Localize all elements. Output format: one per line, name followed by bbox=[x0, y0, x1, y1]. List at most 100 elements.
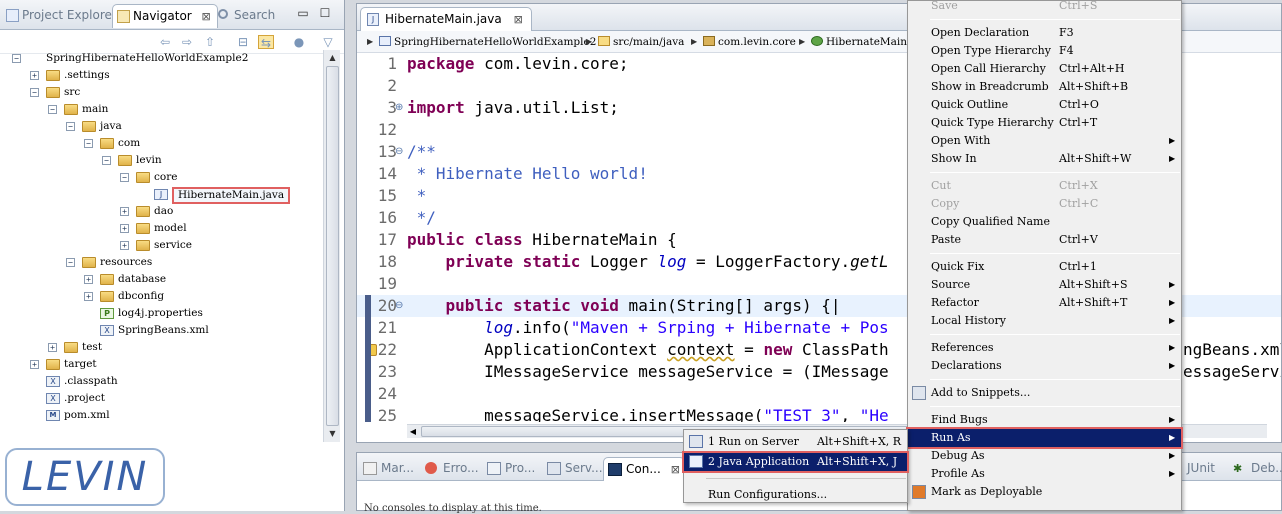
tab-properties[interactable]: Pro... bbox=[483, 457, 539, 481]
collapse-icon[interactable]: − bbox=[66, 258, 75, 267]
menu-item-quick-fix[interactable]: Quick Fix Ctrl+1 bbox=[908, 258, 1181, 276]
tree-item[interactable]: X .project bbox=[0, 390, 320, 407]
menu-item-save[interactable]: Save Ctrl+S bbox=[908, 0, 1181, 15]
submenu-item-run-configurations[interactable]: Run Configurations... bbox=[684, 486, 907, 504]
expand-icon[interactable]: + bbox=[30, 360, 39, 369]
maximize-icon[interactable]: ☐ bbox=[318, 6, 332, 20]
menu-item-debug-as[interactable]: Debug As ▶ bbox=[908, 447, 1181, 465]
menu-item-open-type-hierarchy[interactable]: Open Type Hierarchy F4 bbox=[908, 42, 1181, 60]
tab-hibernatemain-java[interactable]: J HibernateMain.java ⊠ bbox=[360, 7, 532, 31]
menu-item-show-in[interactable]: Show In Alt+Shift+W ▶ bbox=[908, 150, 1181, 168]
filter-icon[interactable]: ● bbox=[291, 35, 307, 49]
tree-item[interactable]: + .settings bbox=[0, 67, 320, 84]
tree-item[interactable]: + dbconfig bbox=[0, 288, 320, 305]
menu-item-declarations[interactable]: Declarations ▶ bbox=[908, 357, 1181, 375]
menu-item-find-bugs[interactable]: Find Bugs ▶ bbox=[908, 411, 1181, 429]
menu-item-open-with[interactable]: Open With ▶ bbox=[908, 132, 1181, 150]
menu-item-open-call-hierarchy[interactable]: Open Call Hierarchy Ctrl+Alt+H bbox=[908, 60, 1181, 78]
submenu-item-2-java-application[interactable]: 2 Java Application Alt+Shift+X, J bbox=[682, 451, 909, 473]
minimize-icon[interactable]: ▭ bbox=[296, 6, 310, 20]
tree-item[interactable]: X .classpath bbox=[0, 373, 320, 390]
collapse-icon[interactable]: − bbox=[120, 173, 129, 182]
menu-item-open-declaration[interactable]: Open Declaration F3 bbox=[908, 24, 1181, 42]
expand-fold-icon[interactable]: ⊕ bbox=[395, 97, 403, 119]
tree-item[interactable]: + model bbox=[0, 220, 320, 237]
menu-item-cut[interactable]: Cut Ctrl+X bbox=[908, 177, 1181, 195]
tree-scrollbar[interactable]: ▲ ▼ bbox=[323, 50, 340, 442]
collapse-icon[interactable]: − bbox=[84, 139, 93, 148]
scroll-thumb[interactable] bbox=[326, 66, 339, 426]
collapse-all-icon[interactable]: ⊟ bbox=[235, 35, 251, 49]
tree-item[interactable]: X SpringBeans.xml bbox=[0, 322, 320, 339]
collapse-icon[interactable]: − bbox=[12, 54, 21, 63]
collapse-icon[interactable]: − bbox=[30, 88, 39, 97]
up-icon[interactable]: ⇧ bbox=[202, 35, 218, 49]
close-icon[interactable]: ⊠ bbox=[514, 13, 523, 26]
tree-item[interactable]: − java bbox=[0, 118, 320, 135]
tree-item[interactable]: − SpringHibernateHelloWorldExample2 bbox=[0, 50, 320, 67]
expand-icon[interactable]: + bbox=[120, 207, 129, 216]
menu-item-add-to-snippets[interactable]: Add to Snippets... bbox=[908, 384, 1181, 402]
tree-item[interactable]: + database bbox=[0, 271, 320, 288]
tree-item[interactable]: − src bbox=[0, 84, 320, 101]
tree-item[interactable]: Mpom.xml bbox=[0, 407, 320, 424]
tab-error-log[interactable]: Erro... bbox=[421, 457, 483, 481]
tab-project-explorer[interactable]: Project Explorer bbox=[2, 4, 123, 28]
submenu-item-1-run-on-server[interactable]: 1 Run on Server Alt+Shift+X, R bbox=[684, 433, 907, 451]
expand-icon[interactable]: + bbox=[84, 292, 93, 301]
breadcrumb-class[interactable]: HibernateMain bbox=[811, 31, 907, 53]
view-menu-icon[interactable]: ▽ bbox=[320, 35, 336, 49]
back-icon[interactable]: ⇦ bbox=[157, 35, 173, 49]
menu-item-quick-type-hierarchy[interactable]: Quick Type Hierarchy Ctrl+T bbox=[908, 114, 1181, 132]
expand-icon[interactable]: + bbox=[84, 275, 93, 284]
tree-item[interactable]: − resources bbox=[0, 254, 320, 271]
menu-item-refactor[interactable]: Refactor Alt+Shift+T ▶ bbox=[908, 294, 1181, 312]
collapse-fold-icon[interactable]: ⊖ bbox=[395, 295, 403, 317]
tree-item[interactable]: J HibernateMain.java bbox=[0, 186, 320, 204]
collapse-icon[interactable]: − bbox=[48, 105, 57, 114]
close-icon[interactable]: ⊠ bbox=[671, 463, 680, 476]
scroll-down-icon[interactable]: ▼ bbox=[326, 427, 339, 440]
menu-item-local-history[interactable]: Local History ▶ bbox=[908, 312, 1181, 330]
tab-console[interactable]: Con... ⊠ bbox=[603, 457, 685, 481]
menu-item-copy[interactable]: Copy Ctrl+C bbox=[908, 195, 1181, 213]
menu-item-profile-as[interactable]: Profile As ▶ bbox=[908, 465, 1181, 483]
link-with-editor-icon[interactable]: ⇆ bbox=[258, 35, 274, 50]
tree-item[interactable]: − com bbox=[0, 135, 320, 152]
forward-icon[interactable]: ⇨ bbox=[179, 35, 195, 49]
tab-junit[interactable]: JUnit bbox=[1183, 457, 1219, 481]
tab-markers[interactable]: Mar... bbox=[359, 457, 418, 481]
tree-item[interactable]: Plog4j.properties bbox=[0, 305, 320, 322]
breadcrumb-source-folder[interactable]: src/main/java bbox=[598, 31, 684, 53]
breadcrumb-package[interactable]: com.levin.core bbox=[703, 31, 796, 53]
tree-item[interactable]: + target bbox=[0, 356, 320, 373]
scroll-up-icon[interactable]: ▲ bbox=[326, 51, 339, 64]
menu-item-mark-as-deployable[interactable]: Mark as Deployable bbox=[908, 483, 1181, 501]
expand-icon[interactable]: + bbox=[120, 224, 129, 233]
tree-item[interactable]: + service bbox=[0, 237, 320, 254]
close-icon[interactable]: ⊠ bbox=[202, 10, 211, 23]
tree-item[interactable]: − main bbox=[0, 101, 320, 118]
tree-item[interactable]: − levin bbox=[0, 152, 320, 169]
tree-item[interactable]: + dao bbox=[0, 203, 320, 220]
tab-servers[interactable]: Serv... bbox=[543, 457, 607, 481]
menu-item-source[interactable]: Source Alt+Shift+S ▶ bbox=[908, 276, 1181, 294]
menu-item-references[interactable]: References ▶ bbox=[908, 339, 1181, 357]
menu-item-copy-qualified-name[interactable]: Copy Qualified Name bbox=[908, 213, 1181, 231]
expand-icon[interactable]: + bbox=[120, 241, 129, 250]
tab-search[interactable]: Search bbox=[214, 4, 281, 28]
menu-item-quick-outline[interactable]: Quick Outline Ctrl+O bbox=[908, 96, 1181, 114]
scroll-left-icon[interactable]: ◀ bbox=[407, 425, 419, 438]
collapse-icon[interactable]: − bbox=[102, 156, 111, 165]
menu-item-run-as[interactable]: Run As ▶ bbox=[906, 427, 1183, 449]
collapse-icon[interactable]: − bbox=[66, 122, 75, 131]
collapse-fold-icon[interactable]: ⊖ bbox=[395, 141, 403, 163]
expand-icon[interactable]: + bbox=[48, 343, 57, 352]
tree-item[interactable]: + test bbox=[0, 339, 320, 356]
tab-navigator[interactable]: Navigator ⊠ bbox=[112, 4, 218, 28]
tree-item[interactable]: − core bbox=[0, 169, 320, 186]
tab-debug[interactable]: ✱Deb... bbox=[1229, 457, 1282, 481]
expand-icon[interactable]: + bbox=[30, 71, 39, 80]
breadcrumb-project[interactable]: SpringHibernateHelloWorldExample2 bbox=[379, 31, 596, 53]
menu-item-paste[interactable]: Paste Ctrl+V bbox=[908, 231, 1181, 249]
